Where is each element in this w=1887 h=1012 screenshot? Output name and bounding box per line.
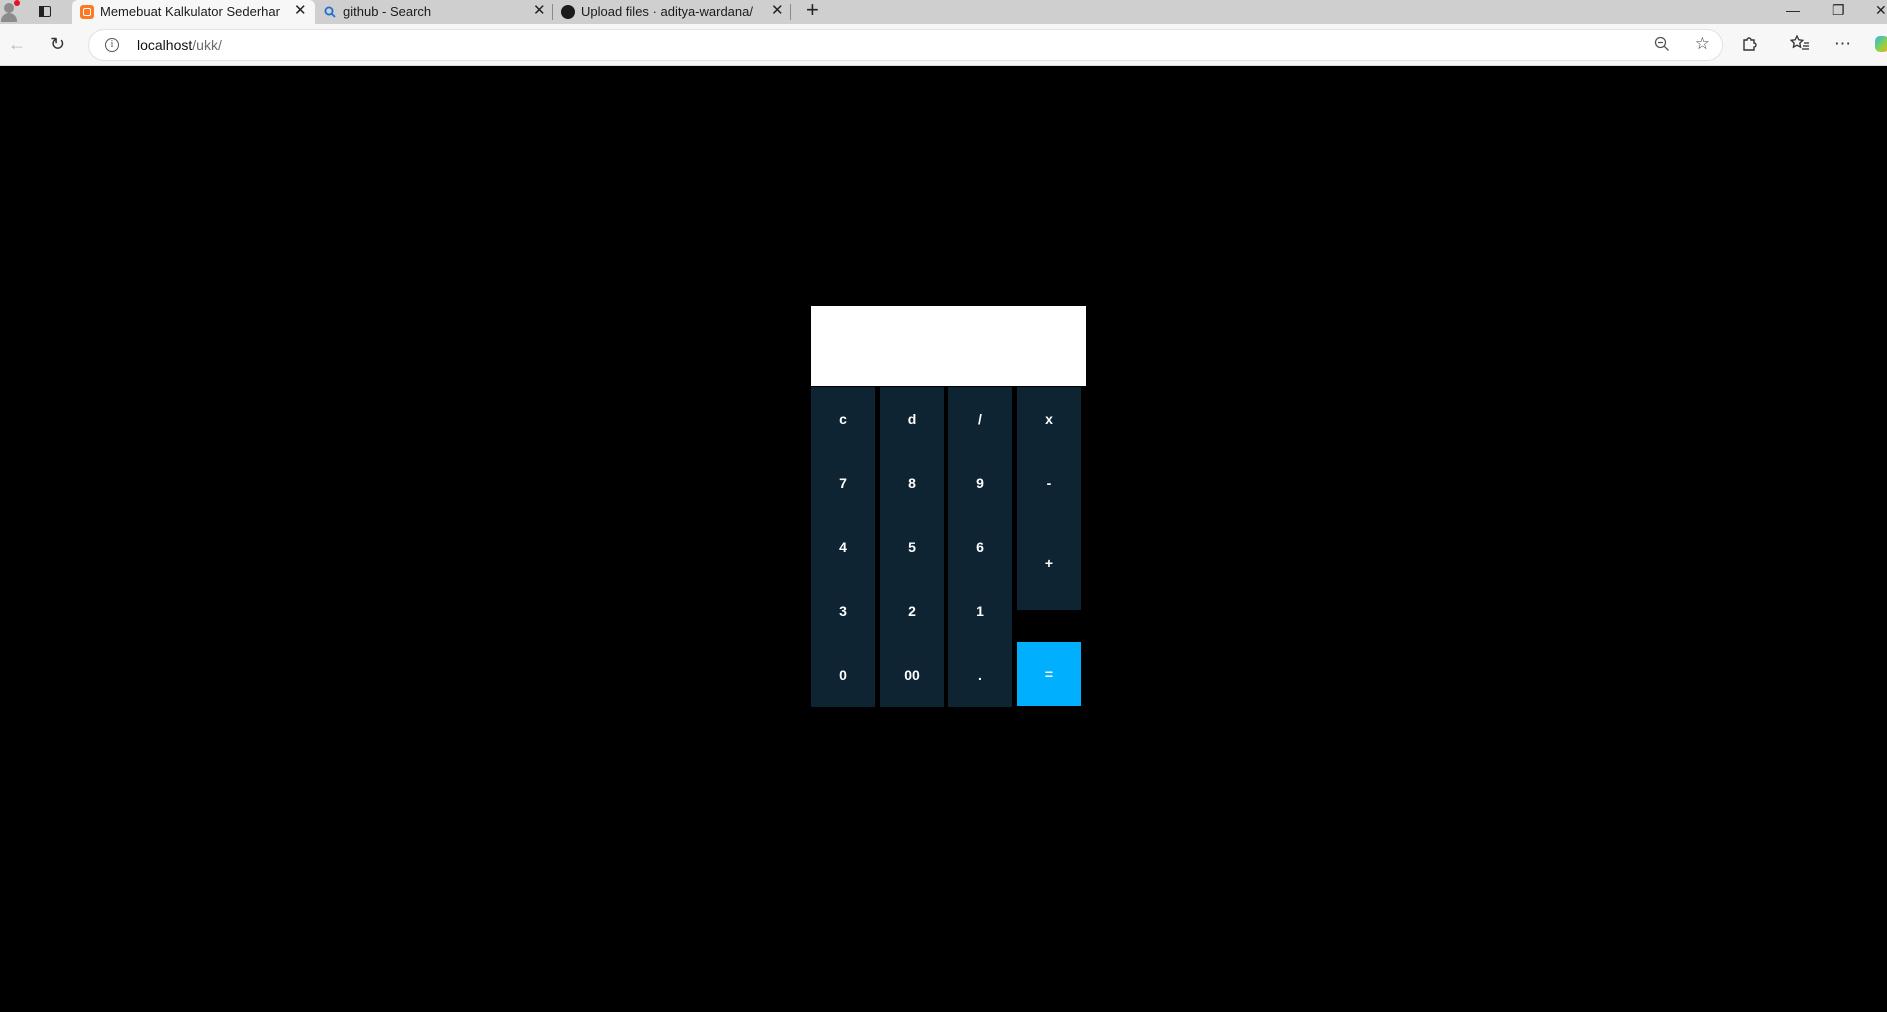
new-tab-icon[interactable]: +	[806, 0, 819, 21]
calculator-display[interactable]	[811, 306, 1086, 386]
digit-5-button[interactable]: 5	[880, 515, 944, 579]
minus-button[interactable]: -	[1017, 451, 1081, 515]
digit-7-button[interactable]: 7	[811, 451, 875, 515]
digit-8-button[interactable]: 8	[880, 451, 944, 515]
notification-dot-icon	[14, 0, 20, 6]
restore-icon[interactable]: ❐	[1832, 2, 1845, 19]
tab-upload-files[interactable]: Upload files · aditya-wardana/UKK ✕	[553, 0, 791, 24]
back-arrow-icon[interactable]: ←	[8, 35, 26, 53]
tab-github-search[interactable]: github - Search ✕	[315, 0, 553, 24]
decimal-button[interactable]: .	[948, 643, 1012, 707]
digit-3-button[interactable]: 3	[811, 579, 875, 643]
more-options-icon[interactable]: ⋯	[1834, 34, 1851, 54]
address-bar[interactable]: i localhost/ukk/ ☆	[89, 30, 1722, 60]
tab-separator	[790, 4, 791, 20]
multiply-button[interactable]: x	[1017, 387, 1081, 451]
double-zero-button[interactable]: 00	[880, 643, 944, 707]
close-tab-icon[interactable]: ✕	[533, 3, 546, 19]
digit-1-button[interactable]: 1	[948, 579, 1012, 643]
address-toolbar: ← ↻ i localhost/ukk/ ☆ ⋯	[0, 24, 1887, 66]
plus-button[interactable]: +	[1017, 515, 1081, 610]
close-tab-icon[interactable]: ✕	[294, 3, 307, 19]
tab-kalkulator[interactable]: Memebuat Kalkulator Sederhana ✕	[72, 0, 315, 24]
xampp-icon	[80, 5, 94, 19]
tab-title: Upload files · aditya-wardana/UKK	[581, 4, 753, 19]
extensions-icon[interactable]	[1741, 34, 1759, 57]
github-icon	[561, 5, 575, 19]
close-tab-icon[interactable]: ✕	[771, 3, 784, 19]
address-url[interactable]: localhost/ukk/	[137, 37, 222, 53]
clear-button[interactable]: c	[811, 387, 875, 451]
minimize-icon[interactable]: —	[1786, 2, 1800, 18]
divide-button[interactable]: /	[948, 387, 1012, 451]
window-close-icon[interactable]: ✕	[1875, 2, 1887, 19]
site-info-icon[interactable]: i	[105, 38, 119, 52]
profile-avatar-icon[interactable]	[0, 0, 22, 22]
tab-actions-icon[interactable]	[36, 2, 56, 22]
delete-button[interactable]: d	[880, 387, 944, 451]
tab-strip: Memebuat Kalkulator Sederhana ✕ github -…	[0, 0, 1887, 24]
digit-6-button[interactable]: 6	[948, 515, 1012, 579]
search-icon	[323, 5, 337, 19]
favorites-icon[interactable]	[1789, 34, 1810, 57]
equals-button[interactable]: =	[1017, 642, 1081, 706]
refresh-icon[interactable]: ↻	[50, 35, 65, 53]
favorite-star-icon[interactable]: ☆	[1695, 34, 1710, 54]
digit-4-button[interactable]: 4	[811, 515, 875, 579]
digit-9-button[interactable]: 9	[948, 451, 1012, 515]
copilot-icon[interactable]	[1875, 36, 1887, 52]
tab-title: Memebuat Kalkulator Sederhana	[100, 4, 280, 19]
tab-title: github - Search	[343, 4, 432, 19]
digit-2-button[interactable]: 2	[880, 579, 944, 643]
zoom-out-icon[interactable]	[1654, 36, 1670, 55]
digit-0-button[interactable]: 0	[811, 643, 875, 707]
